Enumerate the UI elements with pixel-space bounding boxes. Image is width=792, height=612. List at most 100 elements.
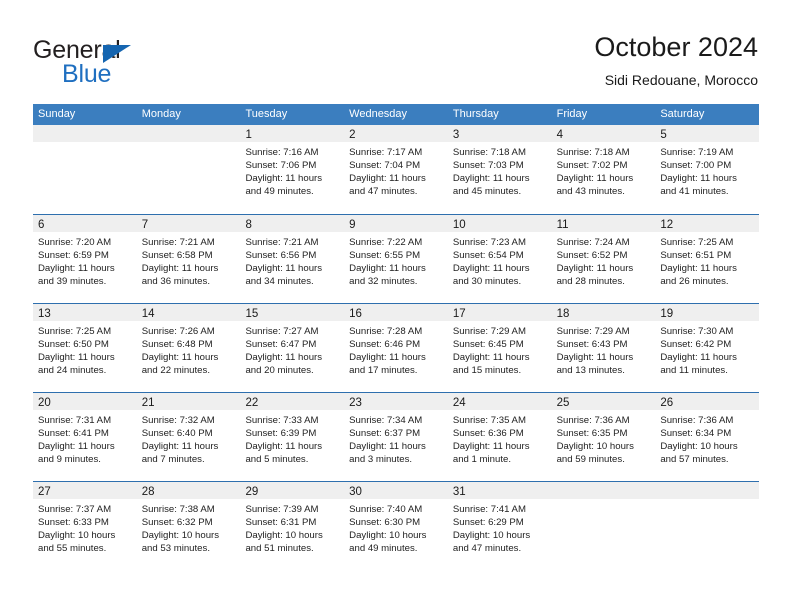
sunset-text: Sunset: 6:58 PM [141,250,213,261]
day-number: 5 [660,129,667,141]
calendar-day-cell[interactable]: 8 Sunrise: 7:21 AM Sunset: 6:56 PM Daylight… [240,215,345,303]
sunset-text: Sunset: 6:41 PM [38,428,109,439]
day-details: Sunrise: 7:29 AM Sunset: 6:45 PM Daylight:… [448,321,552,377]
calendar-day-cell[interactable]: 27 Sunrise: 7:37 AM Sunset: 6:33 PM Dayligh… [33,482,137,570]
daylight-text: Daylight: 10 hours and 55 minutes. [38,530,116,554]
sunset-text: Sunset: 7:04 PM [349,160,421,171]
weekday-header-saturday: Saturday [660,108,705,120]
day-details: Sunrise: 7:17 AM Sunset: 7:04 PM Daylight:… [344,142,448,198]
day-number: 17 [452,308,466,320]
title-block: October 2024 Sidi Redouane, Morocco [594,30,758,90]
daylight-text: Daylight: 11 hours and 32 minutes. [349,263,426,287]
calendar-day-cell-empty [136,125,241,214]
day-details: Sunrise: 7:28 AM Sunset: 6:46 PM Daylight:… [344,321,448,377]
weekday-header-tuesday: Tuesday [245,108,288,120]
calendar-day-cell[interactable]: 5 Sunrise: 7:19 AM Sunset: 7:00 PM Daylight… [655,125,760,214]
sunrise-text: Sunrise: 7:22 AM [349,237,423,248]
day-number: 24 [452,397,466,409]
calendar-day-cell[interactable]: 24 Sunrise: 7:35 AM Sunset: 6:36 PM Dayligh… [447,393,552,481]
day-number: 13 [38,308,51,320]
day-number-band: 29 [240,482,345,499]
calendar-week-row: 27 Sunrise: 7:37 AM Sunset: 6:33 PM Dayligh… [33,481,760,570]
daylight-text: Daylight: 10 hours and 57 minutes. [660,441,738,465]
daylight-text: Daylight: 11 hours and 7 minutes. [141,441,219,465]
day-number-band: 2 [344,125,448,142]
day-number: 8 [245,219,252,231]
day-number-band: 22 [240,393,345,410]
day-details: Sunrise: 7:27 AM Sunset: 6:47 PM Daylight:… [240,321,344,377]
calendar-day-cell[interactable]: 23 Sunrise: 7:34 AM Sunset: 6:37 PM Dayligh… [344,393,448,481]
calendar-day-cell[interactable]: 3 Sunrise: 7:18 AM Sunset: 7:03 PM Daylight… [447,125,552,214]
calendar-day-cell[interactable]: 10 Sunrise: 7:23 AM Sunset: 6:54 PM Dayligh… [447,215,552,303]
calendar-day-cell[interactable]: 2 Sunrise: 7:17 AM Sunset: 7:04 PM Daylight… [344,125,448,214]
day-number-band [551,482,656,499]
daylight-text: Daylight: 11 hours and 13 minutes. [556,352,634,376]
day-details: Sunrise: 7:31 AM Sunset: 6:41 PM Daylight:… [33,410,137,466]
sunrise-text: Sunrise: 7:28 AM [349,326,423,337]
day-number-band [655,482,760,499]
day-details: Sunrise: 7:22 AM Sunset: 6:55 PM Daylight:… [344,232,448,288]
sunset-text: Sunset: 6:43 PM [556,339,628,350]
calendar-day-cell[interactable]: 4 Sunrise: 7:18 AM Sunset: 7:02 PM Daylight… [551,125,656,214]
daylight-text: Daylight: 11 hours and 26 minutes. [660,263,737,287]
calendar-day-cell[interactable]: 13 Sunrise: 7:25 AM Sunset: 6:50 PM Dayligh… [33,304,137,392]
calendar-day-cell[interactable]: 1 Sunrise: 7:16 AM Sunset: 7:06 PM Daylight… [240,125,345,214]
calendar-day-cell[interactable]: 31 Sunrise: 7:41 AM Sunset: 6:29 PM Dayligh… [447,482,552,570]
calendar-day-cell[interactable]: 16 Sunrise: 7:28 AM Sunset: 6:46 PM Dayligh… [344,304,448,392]
day-number-band: 11 [551,215,656,232]
calendar-day-cell[interactable]: 26 Sunrise: 7:36 AM Sunset: 6:34 PM Dayligh… [655,393,760,481]
sunset-text: Sunset: 6:31 PM [245,517,317,528]
calendar-day-cell[interactable]: 11 Sunrise: 7:24 AM Sunset: 6:52 PM Dayligh… [551,215,656,303]
sunrise-text: Sunrise: 7:36 AM [660,415,734,426]
day-number-band: 20 [33,393,137,410]
calendar-day-cell[interactable]: 12 Sunrise: 7:25 AM Sunset: 6:51 PM Dayligh… [655,215,760,303]
day-number: 15 [245,308,259,320]
day-number-band: 23 [344,393,448,410]
calendar-day-cell[interactable]: 25 Sunrise: 7:36 AM Sunset: 6:35 PM Dayligh… [551,393,656,481]
day-details: Sunrise: 7:29 AM Sunset: 6:43 PM Daylight:… [552,321,656,377]
day-details: Sunrise: 7:18 AM Sunset: 7:03 PM Daylight:… [448,142,552,198]
day-number-band: 24 [447,393,552,410]
day-number: 29 [245,486,259,498]
calendar-day-cell[interactable]: 6 Sunrise: 7:20 AM Sunset: 6:59 PM Daylight… [33,215,137,303]
sunset-text: Sunset: 6:30 PM [349,517,421,528]
day-number: 1 [245,129,252,141]
calendar-day-cell[interactable]: 9 Sunrise: 7:22 AM Sunset: 6:55 PM Daylight… [344,215,448,303]
calendar-day-cell-empty [33,125,137,214]
calendar-day-cell[interactable]: 20 Sunrise: 7:31 AM Sunset: 6:41 PM Dayligh… [33,393,137,481]
day-number-band: 8 [240,215,345,232]
daylight-text: Daylight: 11 hours and 20 minutes. [245,352,323,376]
day-number-band: 13 [33,304,137,321]
calendar-day-cell[interactable]: 19 Sunrise: 7:30 AM Sunset: 6:42 PM Dayligh… [655,304,760,392]
day-number-band: 26 [655,393,760,410]
daylight-text: Daylight: 10 hours and 49 minutes. [349,530,427,554]
calendar-day-cell[interactable]: 18 Sunrise: 7:29 AM Sunset: 6:43 PM Dayligh… [551,304,656,392]
calendar-day-cell[interactable]: 7 Sunrise: 7:21 AM Sunset: 6:58 PM Daylight… [136,215,241,303]
calendar-day-cell[interactable]: 17 Sunrise: 7:29 AM Sunset: 6:45 PM Dayligh… [447,304,552,392]
general-blue-logo[interactable]: General Blue [33,36,253,92]
weekday-header-friday: Friday [556,108,588,120]
calendar-day-cell[interactable]: 14 Sunrise: 7:26 AM Sunset: 6:48 PM Dayligh… [136,304,241,392]
day-number-band: 4 [551,125,656,142]
calendar-day-cell[interactable]: 30 Sunrise: 7:40 AM Sunset: 6:30 PM Dayligh… [344,482,448,570]
sunset-text: Sunset: 6:50 PM [38,339,109,350]
day-details: Sunrise: 7:18 AM Sunset: 7:02 PM Daylight:… [552,142,656,198]
day-number-band: 27 [33,482,137,499]
calendar-day-cell[interactable]: 28 Sunrise: 7:38 AM Sunset: 6:32 PM Dayligh… [136,482,241,570]
sunset-text: Sunset: 6:51 PM [660,250,732,261]
day-number-band: 9 [344,215,448,232]
calendar-day-cell[interactable]: 21 Sunrise: 7:32 AM Sunset: 6:40 PM Dayligh… [136,393,241,481]
day-number: 11 [556,219,569,231]
sunset-text: Sunset: 7:03 PM [452,160,524,171]
sunrise-text: Sunrise: 7:33 AM [245,415,319,426]
calendar-day-cell[interactable]: 15 Sunrise: 7:27 AM Sunset: 6:47 PM Dayligh… [240,304,345,392]
sunset-text: Sunset: 6:48 PM [141,339,213,350]
sunset-text: Sunset: 6:46 PM [349,339,421,350]
weekday-header-wednesday: Wednesday [349,108,408,120]
day-number: 30 [349,486,362,498]
calendar-day-cell[interactable]: 22 Sunrise: 7:33 AM Sunset: 6:39 PM Dayligh… [240,393,345,481]
calendar-week-row: 1 Sunrise: 7:16 AM Sunset: 7:06 PM Daylight… [33,125,760,214]
calendar-day-cell[interactable]: 29 Sunrise: 7:39 AM Sunset: 6:31 PM Dayligh… [240,482,345,570]
sunset-text: Sunset: 6:47 PM [245,339,317,350]
daylight-text: Daylight: 11 hours and 22 minutes. [141,352,219,376]
